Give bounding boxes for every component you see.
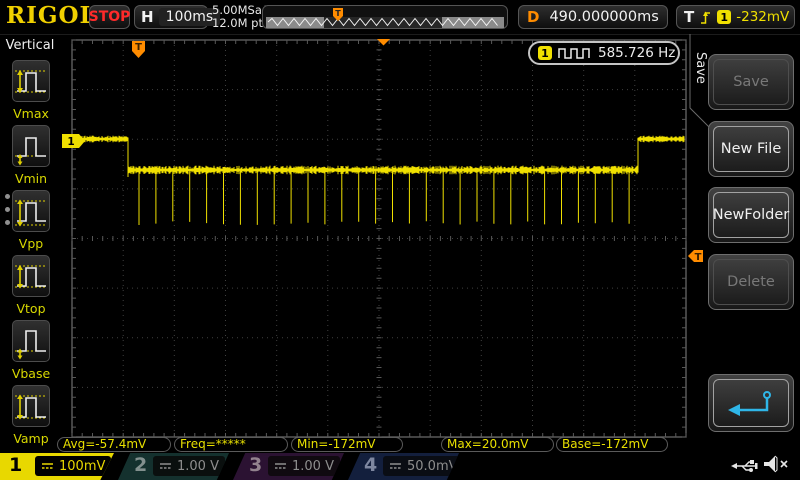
return-arrow-icon: [728, 391, 771, 416]
svg-text:T: T: [335, 9, 341, 18]
measure-menu-title: Vertical: [5, 38, 55, 53]
timebase-box[interactable]: H 100ms: [134, 5, 221, 29]
graticule-ticks: [71, 39, 687, 438]
trigger-source-badge: 1: [717, 10, 732, 24]
menu-item-vpp[interactable]: Vpp: [11, 190, 51, 251]
run-state-button[interactable]: STOP: [89, 5, 130, 29]
channel-4-scale: 50.0mV: [383, 456, 459, 476]
trigger-label: T: [684, 8, 695, 26]
menu-item-vmin[interactable]: Vmin: [11, 125, 51, 186]
vpp-icon: [12, 190, 50, 232]
vbase-icon: [12, 320, 50, 362]
waveform-overview-graphic: T: [266, 8, 504, 28]
vtop-icon: [12, 255, 50, 297]
trigger-level-marker[interactable]: T: [688, 250, 703, 263]
speaker-muted-icon: [764, 455, 788, 473]
menu-tab-save: Save: [693, 52, 708, 84]
delay-value: 490.000000ms: [549, 9, 659, 25]
channel-1-status[interactable]: 1 100mV: [0, 453, 114, 480]
trigger-level-value: -232mV: [736, 9, 790, 25]
run-state-label: STOP: [88, 9, 131, 25]
delete-button[interactable]: Delete: [708, 254, 794, 310]
measurement-freq: Freq=*****: [174, 437, 288, 452]
status-icons: [730, 451, 796, 477]
trigger-box: T 1 -232mV: [676, 5, 795, 29]
channel-3-scale: 1.00 V: [268, 456, 340, 476]
rigol-logo: RIGOL: [6, 2, 97, 29]
horizontal-reference-marker: [377, 39, 390, 46]
menu-item-vtop[interactable]: Vtop: [11, 255, 51, 316]
graticule-border: [71, 39, 687, 438]
ch1-zero-marker[interactable]: 1: [62, 134, 85, 148]
measurement-base: Base=-172mV: [556, 437, 668, 452]
freq-counter-channel-badge: 1: [538, 46, 552, 60]
channel-2-scale: 1.00 V: [153, 456, 225, 476]
dc-coupling-icon: [390, 463, 401, 469]
dc-coupling-icon: [42, 463, 53, 469]
menu-item-vbase[interactable]: Vbase: [11, 320, 51, 381]
frequency-counter: 1 585.726 Hz: [528, 41, 680, 65]
return-button[interactable]: [708, 374, 794, 432]
trigger-position-marker[interactable]: T: [132, 41, 145, 58]
svg-text:1: 1: [67, 136, 74, 148]
channel-3-status[interactable]: 3 1.00 V: [233, 453, 344, 480]
vmax-icon: [12, 60, 50, 102]
measurement-min: Min=-172mV: [291, 437, 403, 452]
oscilloscope-screen: RIGOL STOP H 100ms 5.00MSa/s 12.0M pts T: [0, 0, 800, 480]
dc-coupling-icon: [160, 463, 171, 469]
channel-1-scale: 100mV: [35, 456, 112, 476]
square-wave-icon: [558, 48, 590, 59]
delay-box: D 490.000000ms: [518, 5, 668, 29]
scope-display: 1 T T: [62, 39, 703, 438]
menu-item-vmax[interactable]: Vmax: [11, 60, 51, 121]
ch1-waveform: [72, 135, 685, 225]
save-button[interactable]: Save: [708, 54, 794, 110]
menu-item-vamp[interactable]: Vamp: [11, 385, 51, 446]
rising-edge-icon: [701, 11, 711, 24]
vmin-icon: [12, 125, 50, 167]
usb-icon: [731, 460, 758, 472]
delay-label: D: [527, 8, 540, 26]
channel-2-status[interactable]: 2 1.00 V: [118, 453, 229, 480]
dc-coupling-icon: [275, 463, 286, 469]
channel-4-status[interactable]: 4 50.0mV: [348, 453, 459, 480]
freq-counter-value: 585.726 Hz: [598, 45, 676, 61]
left-measure-menu: Vertical Vmax Vmin Vpp Vtop Vbase Vamp: [0, 34, 60, 454]
new-file-button[interactable]: New File: [708, 121, 794, 177]
vamp-icon: [12, 385, 50, 427]
svg-text:T: T: [695, 252, 702, 263]
measurement-avg: Avg=-57.4mV: [57, 437, 171, 452]
timebase-value: 100ms: [158, 8, 221, 26]
horizontal-label: H: [141, 8, 154, 26]
graticule-gridlines: [72, 40, 686, 437]
top-status-bar: RIGOL STOP H 100ms 5.00MSa/s 12.0M pts T: [0, 0, 800, 35]
waveform-overview: T: [262, 5, 508, 29]
new-folder-button[interactable]: NewFolder: [708, 187, 794, 243]
svg-text:T: T: [135, 42, 142, 53]
measurement-max: Max=20.0mV: [441, 437, 554, 452]
